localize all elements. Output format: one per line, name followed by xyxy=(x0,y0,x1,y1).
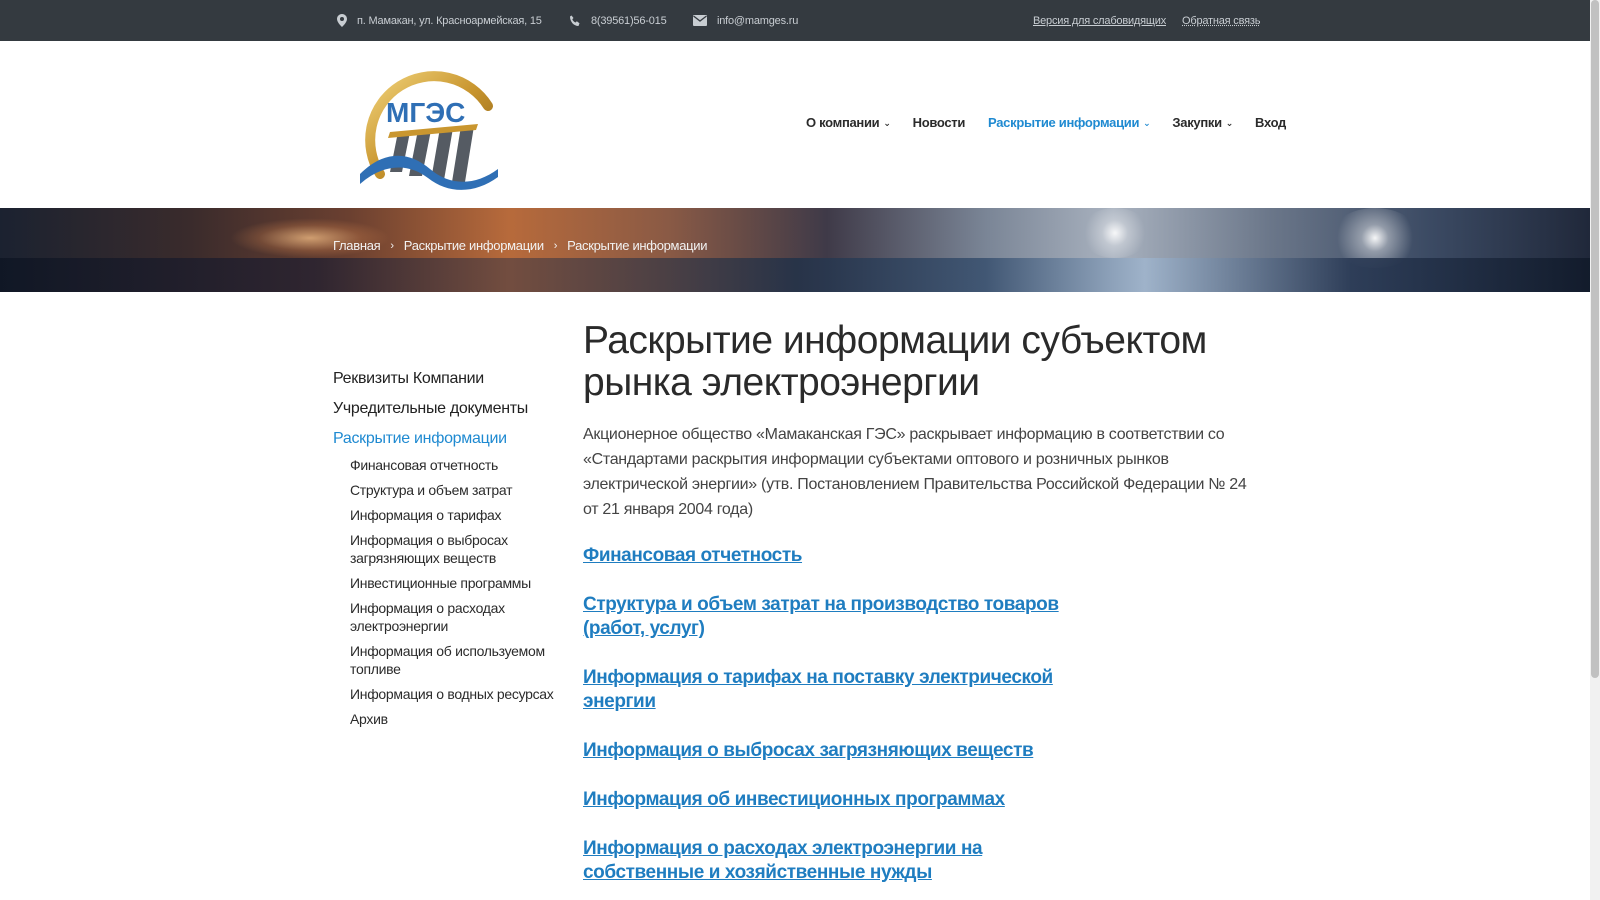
main-navigation: О компании ⌄ Новости Раскрытие информаци… xyxy=(806,115,1286,130)
logo-text: МГЭС xyxy=(386,97,465,128)
nav-about-label: О компании xyxy=(806,115,880,130)
sidebar-item-disclosure[interactable]: Раскрытие информации xyxy=(333,430,563,448)
phone-text[interactable]: 8(39561)56-015 xyxy=(591,15,667,27)
sidebar-menu: Реквизиты Компании Учредительные докумен… xyxy=(333,370,563,735)
doc-link-investment[interactable]: Информация об инвестиционных программах xyxy=(583,788,1103,812)
phone-icon xyxy=(570,15,580,26)
nav-news[interactable]: Новости xyxy=(912,115,966,130)
doc-link-financial[interactable]: Финансовая отчетность xyxy=(583,544,1103,568)
doc-link-costs[interactable]: Структура и объем затрат на производство… xyxy=(583,593,1103,641)
sidebar-subitem-fuel[interactable]: Информация об используемом топливе xyxy=(350,642,563,678)
sidebar-subitem-financial[interactable]: Финансовая отчетность xyxy=(350,456,563,474)
breadcrumb-home[interactable]: Главная xyxy=(333,238,381,253)
chevron-down-icon: ⌄ xyxy=(1143,118,1151,128)
page-scrollbar[interactable] xyxy=(1590,0,1600,900)
sidebar-submenu: Финансовая отчетность Структура и объем … xyxy=(333,456,563,728)
doc-link-emissions[interactable]: Информация о выбросах загрязняющих вещес… xyxy=(583,739,1103,763)
top-info-bar: п. Мамакан, ул. Красноармейская, 15 8(39… xyxy=(0,0,1590,41)
doc-link-electricity-costs[interactable]: Информация о расходах электроэнергии на … xyxy=(583,837,1103,885)
company-logo[interactable]: МГЭС xyxy=(360,54,505,196)
chevron-right-icon: › xyxy=(390,239,394,252)
chevron-down-icon: ⌄ xyxy=(883,118,891,128)
scrollbar-thumb[interactable] xyxy=(1591,0,1599,678)
address-text: п. Мамакан, ул. Красноармейская, 15 xyxy=(357,14,542,27)
document-links: Финансовая отчетность Структура и объем … xyxy=(583,544,1103,885)
sidebar-subitem-investment[interactable]: Инвестиционные программы xyxy=(350,574,563,592)
sidebar-item-requisites[interactable]: Реквизиты Компании xyxy=(333,370,563,388)
banner-light xyxy=(1080,208,1150,258)
banner-water xyxy=(0,258,1590,292)
main-content: Раскрытие информации субъектом рынка эле… xyxy=(583,320,1258,900)
feedback-link[interactable]: Обратная связь xyxy=(1182,0,1260,41)
page-banner: Главная › Раскрытие информации › Раскрыт… xyxy=(0,208,1590,292)
sidebar-subitem-electricity-costs[interactable]: Информация о расходах электроэнергии xyxy=(350,599,563,635)
breadcrumb-section[interactable]: Раскрытие информации xyxy=(404,238,544,253)
breadcrumb-current: Раскрытие информации xyxy=(567,238,708,253)
visually-impaired-link[interactable]: Версия для слабовидящих xyxy=(1033,0,1166,41)
email-item: info@mamges.ru xyxy=(693,0,798,41)
sidebar-subitem-water[interactable]: Информация о водных ресурсах xyxy=(350,685,563,703)
nav-about[interactable]: О компании ⌄ xyxy=(806,115,891,130)
sidebar-subitem-emissions[interactable]: Информация о выбросах загрязняющих вещес… xyxy=(350,531,563,567)
address-item: п. Мамакан, ул. Красноармейская, 15 xyxy=(337,0,542,41)
sidebar-subitem-costs[interactable]: Структура и объем затрат xyxy=(350,481,563,499)
doc-link-tariffs[interactable]: Информация о тарифах на поставку электри… xyxy=(583,666,1103,714)
nav-procurement-label: Закупки xyxy=(1172,115,1222,130)
sidebar-item-founding-docs[interactable]: Учредительные документы xyxy=(333,400,563,418)
sidebar-subitem-archive[interactable]: Архив xyxy=(350,710,563,728)
page-title: Раскрытие информации субъектом рынка эле… xyxy=(583,319,1207,404)
nav-procurement[interactable]: Закупки ⌄ xyxy=(1172,115,1233,130)
nav-disclosure-label: Раскрытие информации xyxy=(988,115,1140,130)
mges-logo-icon: МГЭС xyxy=(360,71,498,190)
nav-login-label: Вход xyxy=(1255,115,1286,130)
nav-disclosure[interactable]: Раскрытие информации ⌄ xyxy=(988,115,1151,130)
envelope-icon xyxy=(693,15,707,26)
nav-login[interactable]: Вход xyxy=(1255,115,1286,130)
phone-item: 8(39561)56-015 xyxy=(569,0,667,41)
map-marker-icon xyxy=(337,14,347,27)
intro-text: Акционерное общество «Мамаканская ГЭС» р… xyxy=(583,426,1247,518)
chevron-right-icon: › xyxy=(553,239,558,252)
email-text[interactable]: info@mamges.ru xyxy=(717,15,798,27)
chevron-down-icon: ⌄ xyxy=(1225,118,1234,128)
breadcrumb: Главная › Раскрытие информации › Раскрыт… xyxy=(333,238,708,253)
site-header: МГЭС О компании ⌄ Новости Раскрытие инфо… xyxy=(0,41,1590,208)
nav-news-label: Новости xyxy=(912,115,966,130)
sidebar-subitem-tariffs[interactable]: Информация о тарифах xyxy=(350,506,563,524)
